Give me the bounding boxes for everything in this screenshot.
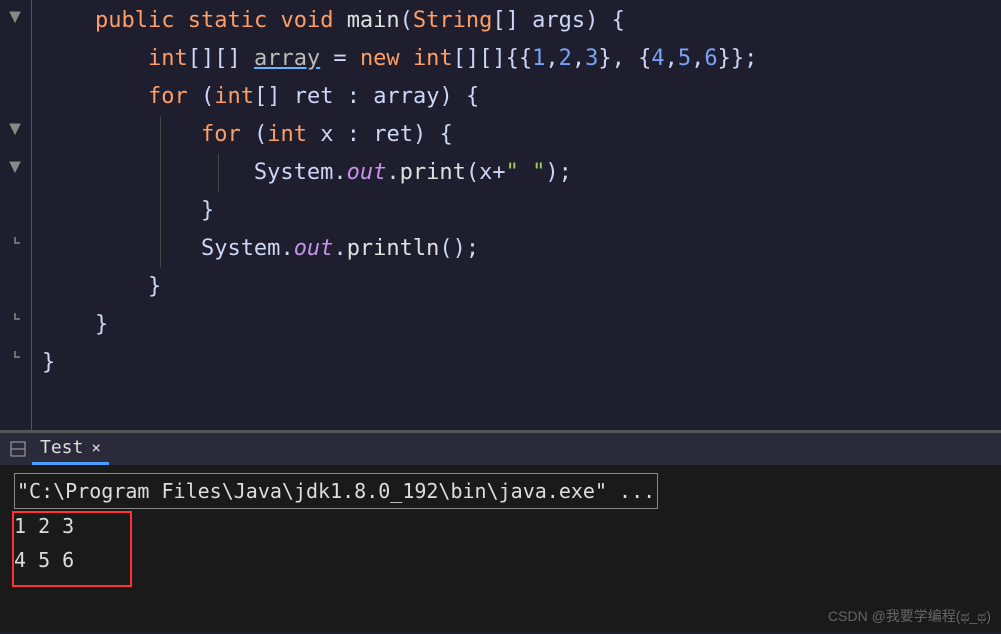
code-line: } xyxy=(32,192,1001,230)
code-line: public static void main(String[] args) { xyxy=(32,2,1001,40)
run-tab-bar: Test × xyxy=(0,433,1001,465)
fold-end-icon[interactable] xyxy=(8,236,22,250)
watermark: CSDN @我要学编程(ಥ_ಥ) xyxy=(828,606,991,626)
gutter xyxy=(0,0,32,430)
code-line: int[][] array = new int[][]{{1,2,3}, {4,… xyxy=(32,40,1001,78)
code-line: } xyxy=(32,306,1001,344)
layout-icon[interactable] xyxy=(8,439,28,459)
code-content[interactable]: public static void main(String[] args) {… xyxy=(32,0,1001,430)
fold-icon[interactable] xyxy=(8,122,22,136)
code-editor[interactable]: public static void main(String[] args) {… xyxy=(0,0,1001,430)
code-line: for (int[] ret : array) { xyxy=(32,78,1001,116)
code-line: } xyxy=(32,344,1001,382)
fold-icon[interactable] xyxy=(8,160,22,174)
console-output-line: 1 2 3 xyxy=(14,509,987,543)
console-command: "C:\Program Files\Java\jdk1.8.0_192\bin\… xyxy=(14,473,987,509)
code-line: } xyxy=(32,268,1001,306)
fold-end-icon[interactable] xyxy=(8,312,22,326)
code-line: for (int x : ret) { xyxy=(32,116,1001,154)
code-line: System.out.println(); xyxy=(32,230,1001,268)
console-output-line: 4 5 6 xyxy=(14,543,987,577)
fold-end-icon[interactable] xyxy=(8,350,22,364)
highlight-box xyxy=(12,511,132,587)
code-line: System.out.print(x+" "); xyxy=(32,154,1001,192)
tab-label: Test xyxy=(40,437,83,458)
close-icon[interactable]: × xyxy=(91,438,101,457)
run-tab[interactable]: Test × xyxy=(32,433,109,465)
console-output[interactable]: "C:\Program Files\Java\jdk1.8.0_192\bin\… xyxy=(0,465,1001,632)
fold-icon[interactable] xyxy=(8,10,22,24)
